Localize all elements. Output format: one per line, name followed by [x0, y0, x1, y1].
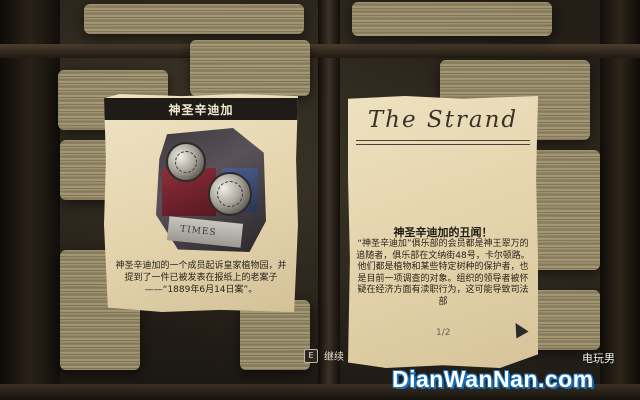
- clue-card-title: 神圣辛迪加: [104, 98, 298, 120]
- bookshelf-divider: [318, 0, 340, 400]
- clue-card[interactable]: 神圣辛迪加 TIMES 神圣辛迪加的一个成员起诉皇家植物园，并提到了一件已被发表…: [104, 94, 298, 312]
- coin-icon: [166, 142, 206, 182]
- bookshelf-top-board: [0, 44, 640, 58]
- newspaper-masthead: The Strand: [367, 107, 519, 133]
- watermark-cn: 电玩男: [582, 352, 615, 365]
- article-headline: 神圣辛迪加的丑闻！: [393, 226, 493, 239]
- clue-image: TIMES: [156, 128, 266, 252]
- continue-label: 继续: [324, 352, 344, 363]
- masthead-divider: [356, 140, 530, 145]
- e-key-icon: E: [304, 348, 318, 363]
- page-indicator: 1/2: [436, 328, 451, 338]
- paper-stack: [352, 2, 552, 36]
- coin-icon: [208, 172, 252, 216]
- paper-stack: [190, 40, 310, 96]
- bookshelf-left: [0, 0, 60, 400]
- continue-prompt[interactable]: E 继续: [304, 348, 344, 363]
- paper-stack: [530, 150, 600, 270]
- watermark-logo: DianWanNan.com: [392, 366, 594, 392]
- game-background: [0, 0, 640, 400]
- article-body: “神圣辛迪加”俱乐部的会员都是神王翠万的追随者，俱乐部在文纳街48号，卡尔顿路。…: [356, 239, 530, 307]
- bookshelf-right: [600, 0, 640, 400]
- paper-stack: [84, 4, 304, 34]
- clue-card-description: 神圣辛迪加的一个成员起诉皇家植物园，并提到了一件已被发表在报纸上的老案子——“1…: [115, 261, 287, 295]
